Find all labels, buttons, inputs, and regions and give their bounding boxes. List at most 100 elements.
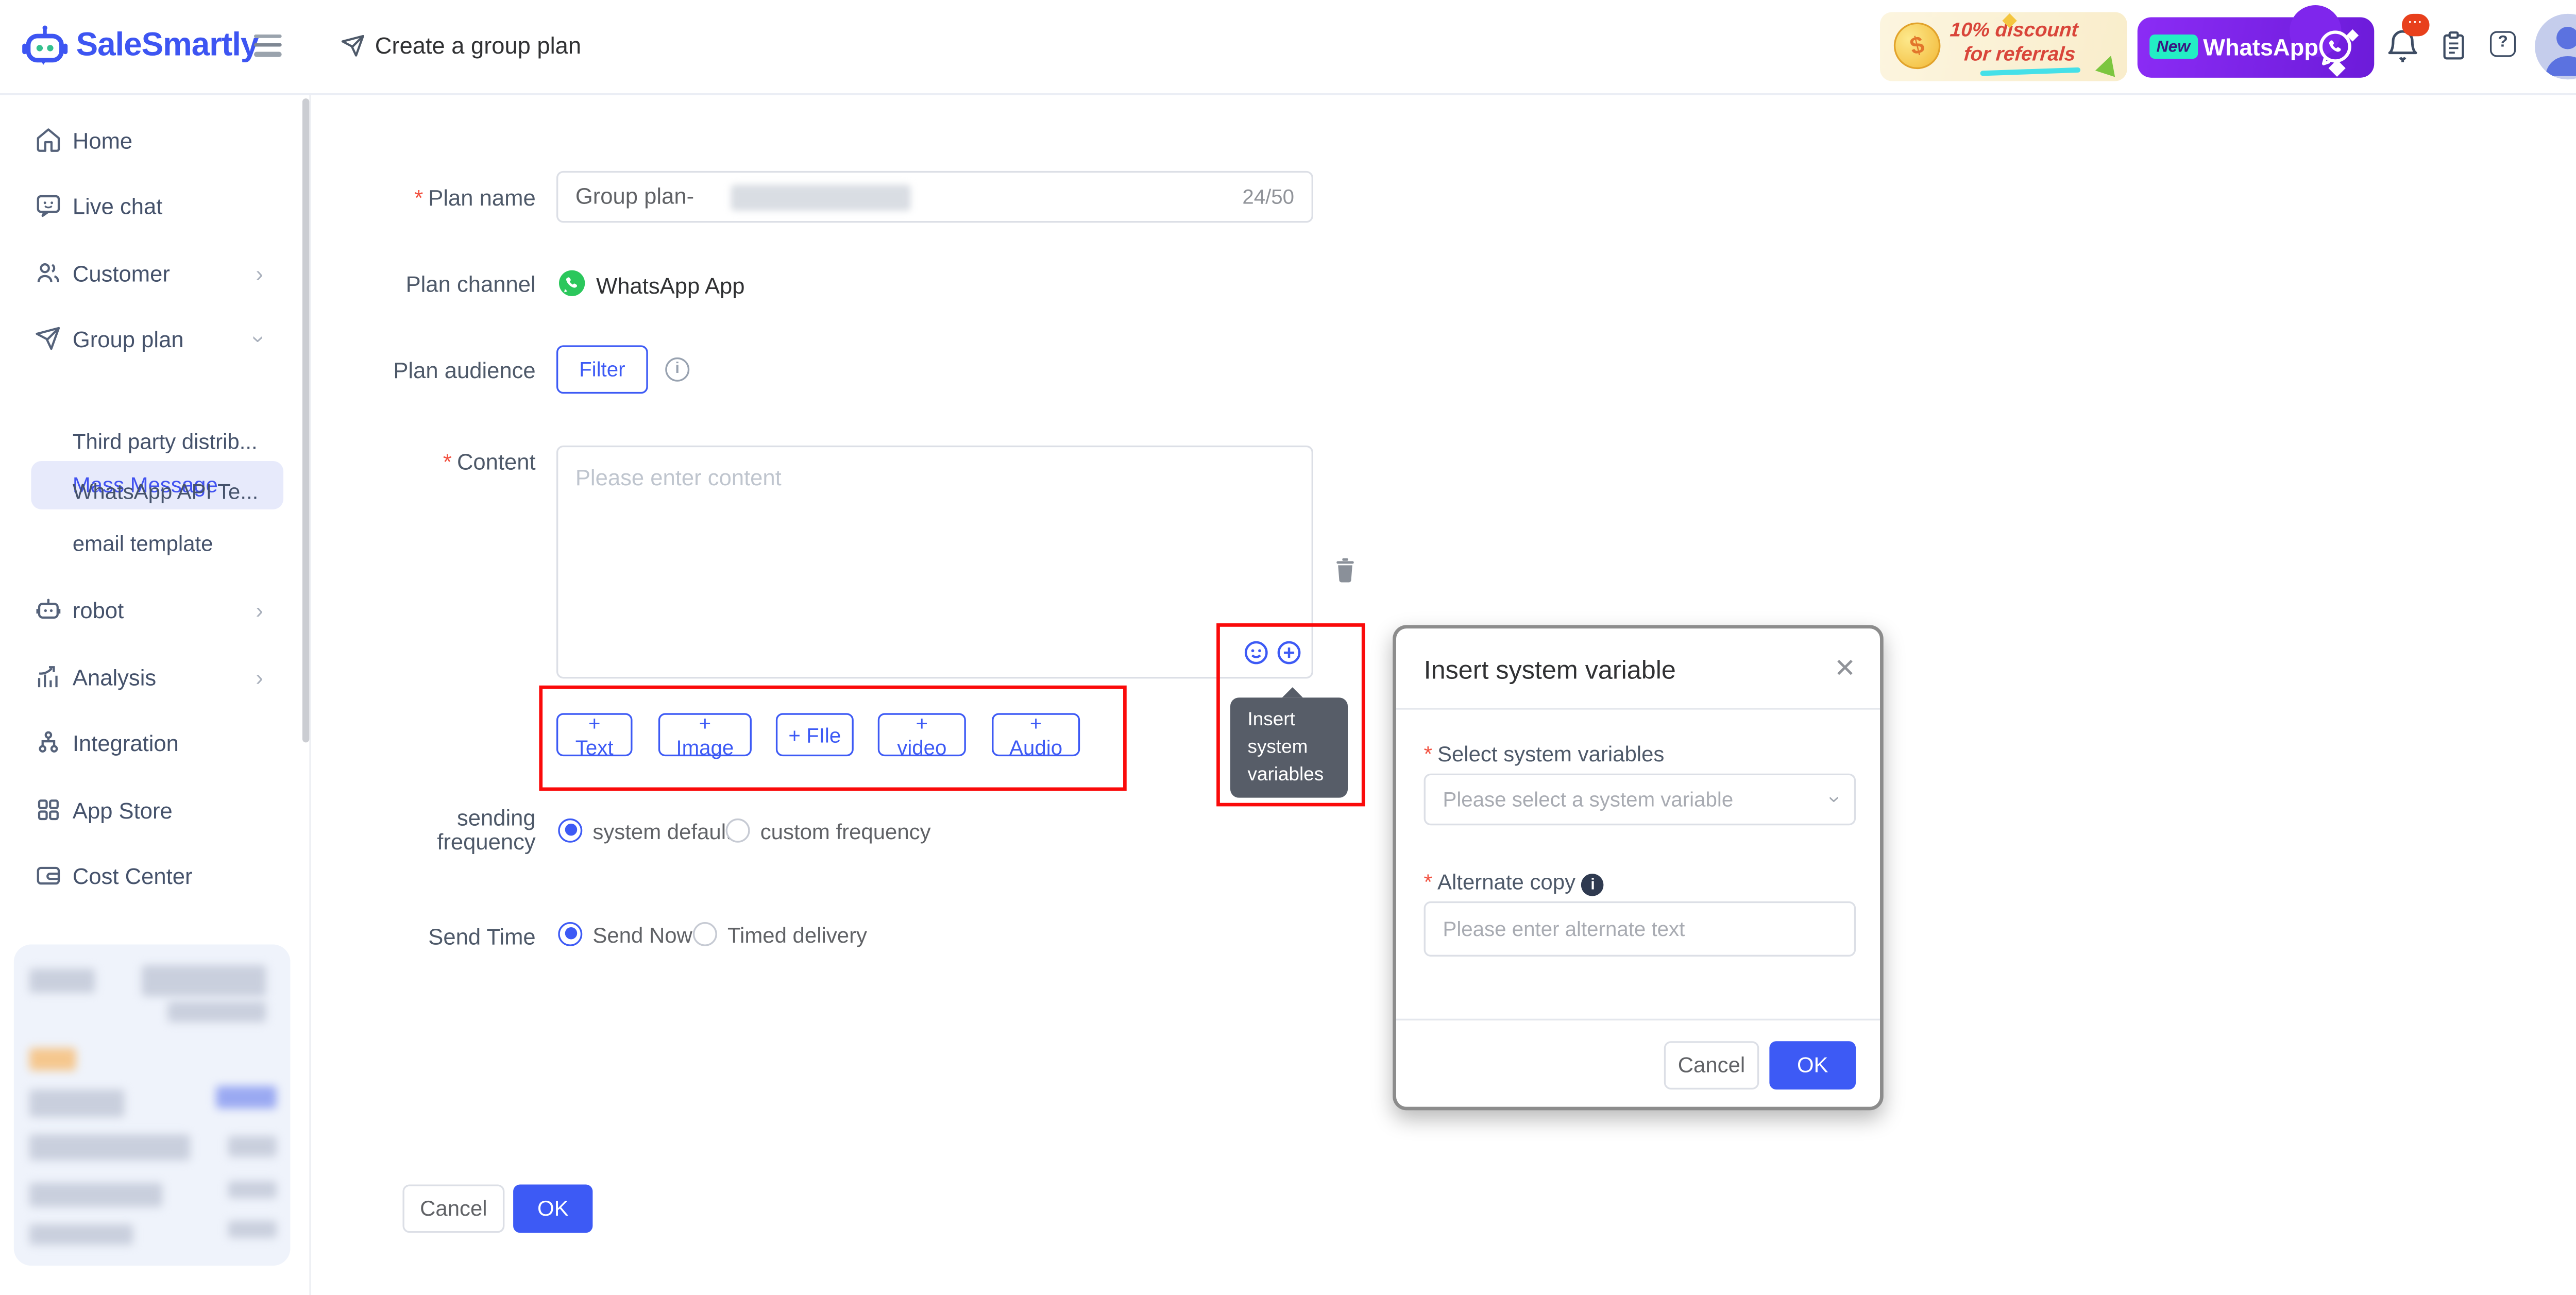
plan-name-input[interactable]: Group plan- 24/50 [556,171,1313,223]
sidebar-collapse-icon[interactable] [254,35,282,56]
sidebar-item-label: Customer [73,261,170,286]
sidebar-item-home[interactable]: Home [0,123,311,161]
divider [1396,708,1880,709]
send-time-label: Send Time [259,924,536,949]
modal-title: Insert system variable [1424,656,1676,686]
send-icon [341,33,366,59]
divider [1396,1019,1880,1020]
blurred-row [29,1134,190,1160]
sending-frequency-label: sending frequency [259,806,536,855]
required-asterisk: * [1424,742,1432,766]
sidebar-item-third-party[interactable]: Third party distrib... [73,430,258,454]
plan-audience-label: Plan audience [259,357,536,383]
filter-button[interactable]: Filter [556,345,648,394]
green-triangle-decoration [2095,53,2121,77]
sidebar-item-group-plan[interactable]: Group plan › [0,321,311,359]
coin-icon: $ [1889,18,1945,74]
new-badge: New [2149,35,2197,59]
close-icon[interactable]: ✕ [1834,653,1856,684]
chevron-right-icon: › [256,665,263,691]
sidebar-item-integration[interactable]: Integration [0,725,311,763]
blurred-pill-blue [216,1086,276,1109]
select-placeholder: Please select a system variable [1443,775,1734,824]
blurred-row-orange [29,1048,76,1071]
sidebar-item-label: Cost Center [73,863,193,889]
integration-nodes-icon [35,729,62,757]
blurred-preview-card [14,945,291,1266]
radio-label[interactable]: Send Now [592,924,692,948]
blurred-row [228,1221,277,1238]
sidebar-item-label: Integration [73,730,179,756]
clipboard-icon[interactable] [2440,29,2468,62]
alternate-copy-label: *Alternate copy i [1424,870,1604,896]
required-asterisk: * [1424,870,1432,894]
promo-line2: for referrals [1947,43,2077,67]
chevron-down-icon: › [247,335,273,343]
modal-ok-button[interactable]: OK [1769,1041,1856,1089]
input-placeholder: Please enter alternate text [1443,903,1685,955]
whatsapp-new-banner[interactable]: New WhatsApp [2138,18,2374,78]
blurred-row [142,965,266,996]
radio-send-now[interactable] [558,922,582,946]
content-label: *Content [259,449,536,475]
system-variable-select[interactable]: Please select a system variable › [1424,774,1856,826]
sidebar-item-label: Live chat [73,193,163,219]
cancel-button[interactable]: Cancel [402,1184,504,1233]
whatsapp-banner-label: WhatsApp [2203,18,2318,78]
help-icon[interactable]: ? [2490,31,2516,57]
user-status-menu[interactable]: online ▾ [2535,14,2576,79]
salesmartly-logo-icon [21,23,69,71]
page-title: Create a group plan [375,33,581,59]
sidebar-item-whatsapp-api[interactable]: WhatsApp API Te... [73,480,258,504]
content-textarea[interactable]: Please enter content [556,446,1313,679]
analytics-chart-icon [35,663,62,691]
plan-channel-value: WhatsApp App [596,273,744,299]
referral-discount-banner[interactable]: $ 10% discount for referrals [1880,12,2127,81]
blurred-row [29,1224,133,1245]
sidebar-item-label: Home [73,128,132,154]
char-counter: 24/50 [1242,173,1294,221]
blurred-row [29,1183,162,1207]
blurred-row [29,1089,124,1117]
blurred-plan-name-suffix [731,185,911,211]
blurred-row [167,1001,266,1022]
annotation-rect-insert-variables [1216,623,1365,806]
annotation-rect-buttons [539,686,1126,791]
select-variables-label: *Select system variables [1424,742,1665,766]
sidebar-item-robot[interactable]: robot › [0,592,311,631]
plan-name-label: *Plan name [259,185,536,211]
delete-content-icon[interactable] [1332,556,1358,585]
app-grid-icon [35,796,62,824]
wallet-icon [35,862,62,890]
sidebar-item-label: Group plan [73,327,184,352]
app-window: SaleSmartly Create a group plan $ 10% di… [0,0,2576,1295]
paper-plane-icon [35,325,62,352]
plan-name-value: Group plan- [575,173,694,221]
radio-label[interactable]: Timed delivery [727,924,867,948]
required-asterisk: * [443,449,452,475]
blurred-row [228,1181,277,1199]
avatar [2535,14,2576,79]
ok-button[interactable]: OK [513,1184,592,1233]
plan-channel-label: Plan channel [259,271,536,297]
radio-custom-frequency[interactable] [726,819,750,843]
robot-icon [35,595,62,623]
radio-label[interactable]: custom frequency [760,820,931,844]
sidebar-item-cost-center[interactable]: Cost Center [0,858,311,896]
alternate-text-input[interactable]: Please enter alternate text [1424,901,1856,957]
radio-system-default[interactable] [558,819,582,843]
radio-timed-delivery[interactable] [693,922,717,946]
sidebar-item-label: robot [73,598,124,623]
chevron-right-icon: › [256,598,263,623]
info-icon[interactable]: i [665,357,689,382]
blurred-row [29,968,95,993]
promo-text: 10% discount for referrals [1947,19,2079,67]
sidebar-item-email-template[interactable]: email template [73,532,213,556]
radio-label[interactable]: system default [592,820,732,844]
top-header: SaleSmartly Create a group plan $ 10% di… [0,0,2576,95]
modal-cancel-button[interactable]: Cancel [1664,1041,1759,1089]
sidebar-item-analysis[interactable]: Analysis › [0,659,311,697]
home-icon [35,126,62,154]
whatsapp-channel-icon [556,268,587,299]
info-icon[interactable]: i [1582,874,1604,896]
